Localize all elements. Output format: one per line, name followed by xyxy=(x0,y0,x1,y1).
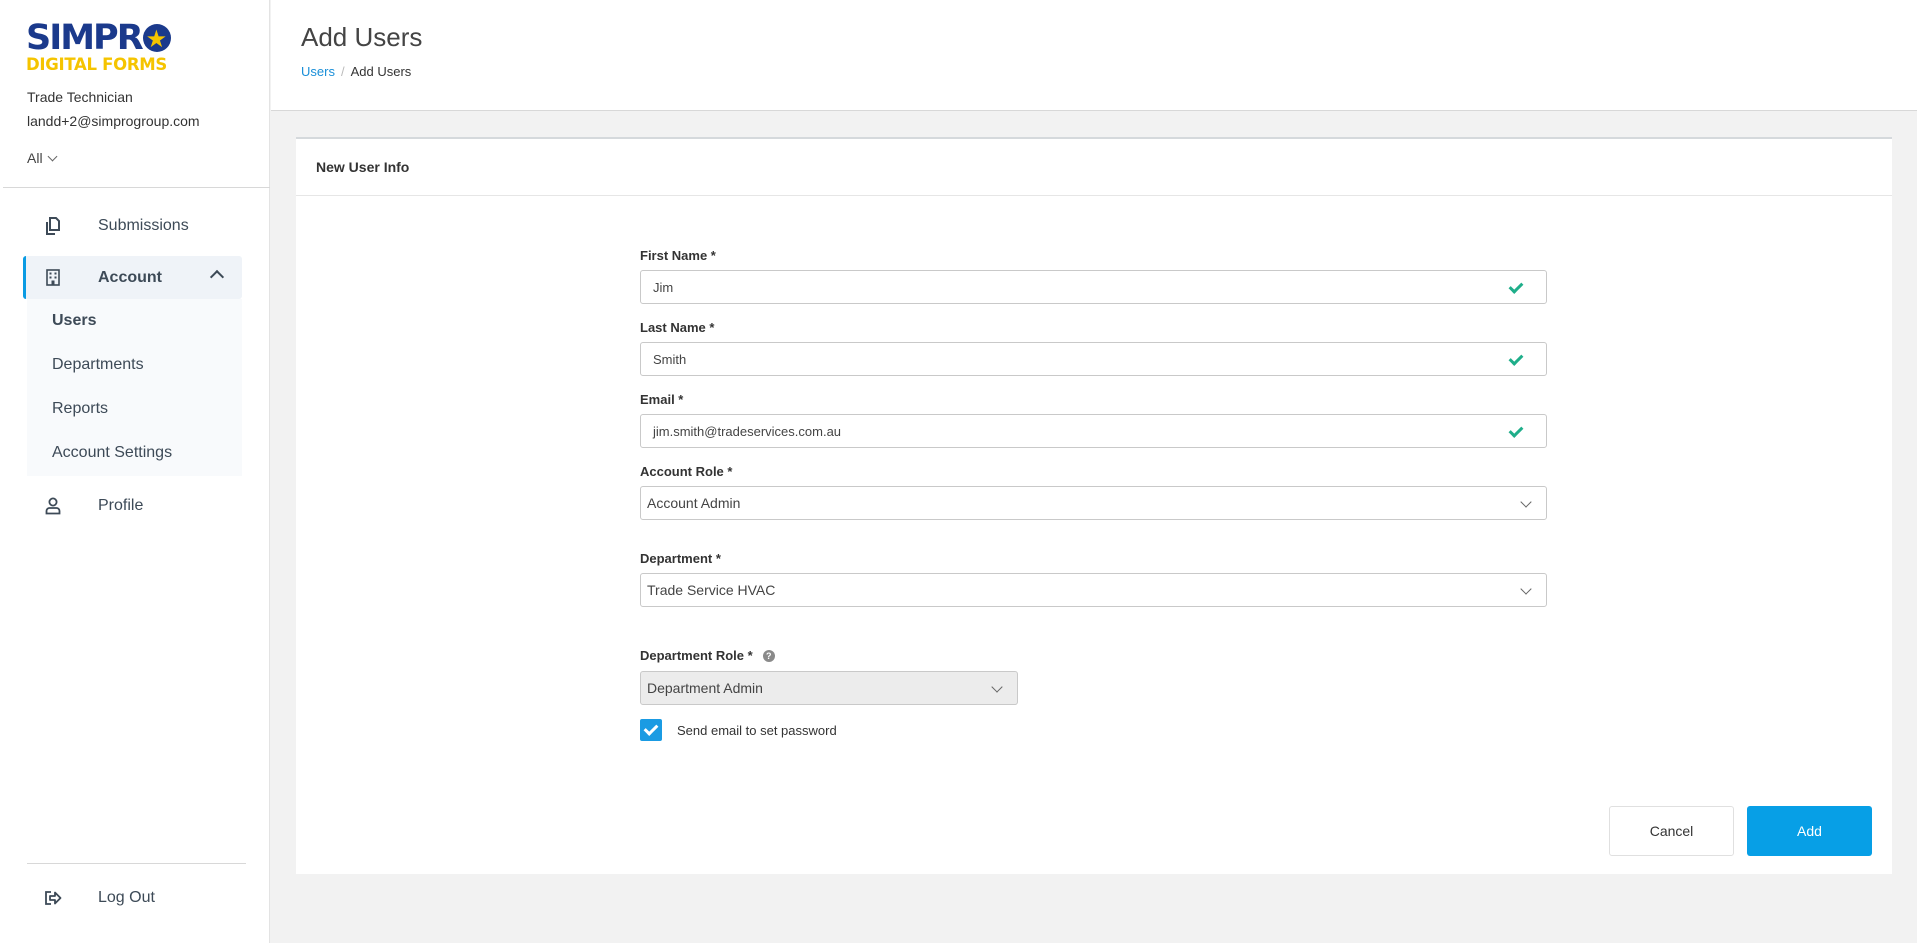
chevron-down-icon xyxy=(1520,583,1532,595)
sidebar-item-label: Account xyxy=(98,268,162,286)
sidebar-subitem-users[interactable]: Users xyxy=(52,312,96,330)
chevron-up-icon[interactable] xyxy=(209,269,225,285)
breadcrumb-separator: / xyxy=(340,64,345,79)
chevron-down-icon xyxy=(47,151,58,161)
valid-check-icon xyxy=(1508,279,1524,294)
send-email-label[interactable]: Send email to set password xyxy=(677,723,837,738)
help-icon[interactable]: ? xyxy=(762,649,775,662)
page-title: Add Users xyxy=(301,22,423,52)
chevron-down-icon xyxy=(1520,496,1532,508)
breadcrumb-current: Add Users xyxy=(350,64,412,79)
user-icon xyxy=(43,496,63,516)
logout-label: Log Out xyxy=(98,888,155,906)
last-name-value: Smith xyxy=(653,351,687,367)
valid-check-icon xyxy=(1508,423,1524,438)
first-name-label: First Name * xyxy=(640,248,716,263)
logo-subtitle: DIGITAL FORMS xyxy=(26,55,167,74)
sidebar-item-label: Profile xyxy=(98,496,144,514)
valid-check-icon xyxy=(1508,351,1524,366)
department-role-label: Department Role * ? xyxy=(640,648,775,663)
sidebar-subitem-account-settings[interactable]: Account Settings xyxy=(52,444,172,462)
email-input[interactable]: jim.smith@tradeservices.com.au xyxy=(640,414,1547,448)
email-label: Email * xyxy=(640,392,684,407)
card-title: New User Info xyxy=(296,139,1892,196)
department-role-select[interactable]: Department Admin xyxy=(640,671,1018,705)
department-role-value: Department Admin xyxy=(647,680,763,696)
breadcrumb-users-link[interactable]: Users xyxy=(301,64,335,79)
account-role-value: Account Admin xyxy=(647,495,741,511)
breadcrumb: Users / Add Users xyxy=(301,64,411,79)
email-value: jim.smith@tradeservices.com.au xyxy=(653,423,842,439)
user-email: landd+2@simprogroup.com xyxy=(27,113,200,129)
page-header: Add Users Users / Add Users xyxy=(271,0,1917,111)
chevron-down-icon xyxy=(991,681,1003,693)
logout-button[interactable]: Log Out xyxy=(23,876,242,919)
sidebar-item-submissions[interactable]: Submissions xyxy=(23,204,242,247)
add-button[interactable]: Add xyxy=(1747,806,1872,856)
cancel-button[interactable]: Cancel xyxy=(1609,806,1734,856)
account-role-select[interactable]: Account Admin xyxy=(640,486,1547,520)
sidebar-item-label: Submissions xyxy=(98,216,189,234)
department-select[interactable]: Trade Service HVAC xyxy=(640,573,1547,607)
new-user-card: New User Info First Name * Jim Last Name… xyxy=(296,137,1892,874)
department-role-label-text: Department Role * xyxy=(640,648,753,663)
sidebar-item-account[interactable]: Account xyxy=(23,256,242,299)
star-icon xyxy=(142,21,171,57)
documents-icon xyxy=(43,216,63,236)
building-icon xyxy=(43,268,63,288)
divider xyxy=(3,187,270,188)
scope-dropdown[interactable]: All xyxy=(27,150,58,166)
sidebar-item-profile[interactable]: Profile xyxy=(23,484,242,527)
logo-text: SIMPR xyxy=(26,18,144,58)
scope-value: All xyxy=(27,150,43,166)
first-name-value: Jim xyxy=(653,279,674,295)
sidebar-subitem-reports[interactable]: Reports xyxy=(52,400,108,418)
divider xyxy=(27,863,246,864)
department-label: Department * xyxy=(640,551,721,566)
user-role: Trade Technician xyxy=(27,89,133,105)
sidebar: SIMPR DIGITAL FORMS Trade Technician lan… xyxy=(0,0,270,943)
department-value: Trade Service HVAC xyxy=(647,582,776,598)
first-name-input[interactable]: Jim xyxy=(640,270,1547,304)
last-name-input[interactable]: Smith xyxy=(640,342,1547,376)
send-email-checkbox[interactable] xyxy=(640,719,662,741)
last-name-label: Last Name * xyxy=(640,320,715,335)
simpro-logo[interactable]: SIMPR DIGITAL FORMS xyxy=(26,20,178,76)
account-role-label: Account Role * xyxy=(640,464,733,479)
logout-icon xyxy=(43,888,63,908)
sidebar-subitem-departments[interactable]: Departments xyxy=(52,356,144,374)
